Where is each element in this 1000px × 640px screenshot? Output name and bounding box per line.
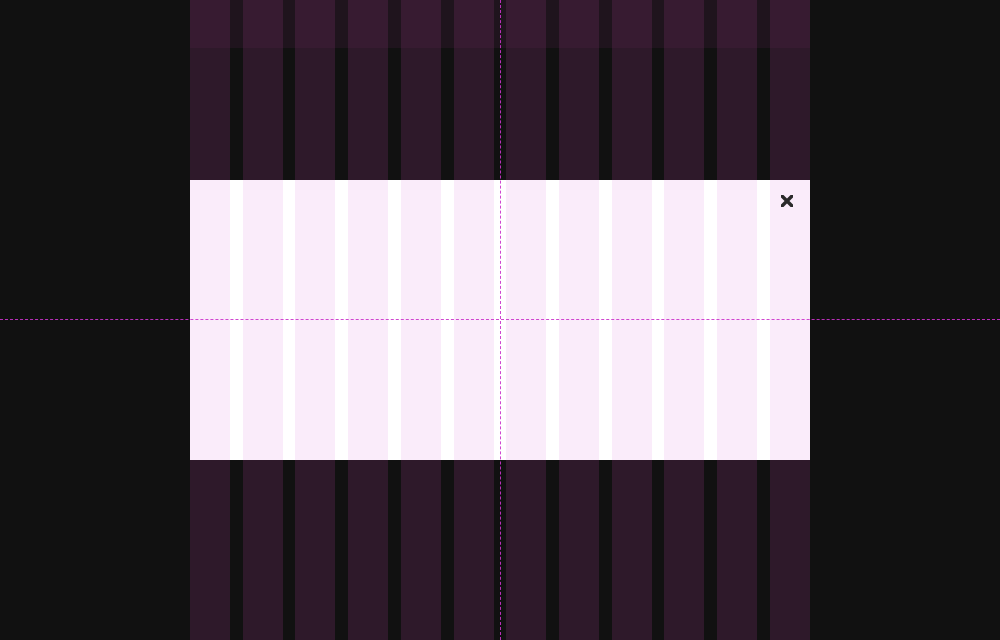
grid-column bbox=[295, 180, 335, 460]
grid-column bbox=[559, 180, 599, 460]
grid-column bbox=[454, 180, 494, 460]
grid-column bbox=[612, 180, 652, 460]
grid-column bbox=[717, 180, 757, 460]
grid-column bbox=[664, 180, 704, 460]
grid-column bbox=[770, 180, 810, 460]
close-button[interactable] bbox=[778, 192, 796, 210]
grid-column bbox=[401, 180, 441, 460]
grid-column bbox=[506, 180, 546, 460]
grid-column bbox=[190, 180, 230, 460]
grid-column bbox=[243, 180, 283, 460]
vertical-center-guide bbox=[500, 0, 501, 640]
grid-column bbox=[348, 180, 388, 460]
close-icon bbox=[781, 195, 793, 207]
